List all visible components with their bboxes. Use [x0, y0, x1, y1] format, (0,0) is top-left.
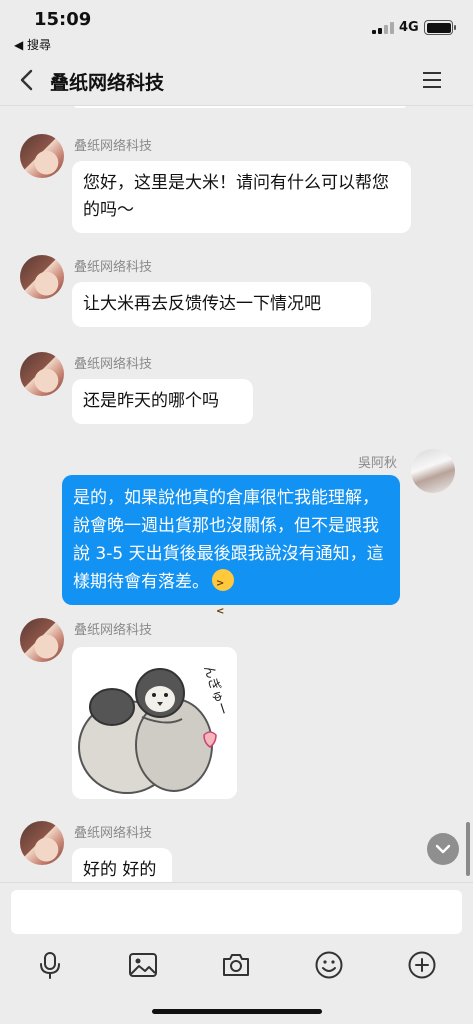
- message-sender: 叠纸网络科技: [74, 357, 153, 372]
- my-message-bubble[interactable]: 是的，如果說他真的倉庫很忙我能理解，說會晚一週出貨那也沒關係，但不是跟我說 3-…: [62, 475, 400, 626]
- menu-icon[interactable]: [421, 69, 445, 91]
- back-arrow-icon[interactable]: [14, 66, 42, 94]
- status-bar: 15:09 ◀ 搜尋 4G: [0, 0, 473, 56]
- network-type: 4G: [399, 20, 419, 35]
- battery-icon: [424, 20, 456, 35]
- composer-area: [0, 882, 473, 1024]
- message-sender: 叠纸网络科技: [74, 260, 153, 275]
- message-sender: 叠纸网络科技: [74, 623, 153, 638]
- previous-message-bubble: [72, 106, 408, 108]
- contact-avatar[interactable]: [20, 352, 64, 396]
- contact-avatar[interactable]: [20, 134, 64, 178]
- contact-avatar[interactable]: [20, 255, 64, 299]
- nav-bar: 叠纸网络科技: [0, 56, 473, 106]
- contact-avatar[interactable]: [20, 821, 64, 865]
- plus-icon[interactable]: [406, 949, 438, 981]
- camera-icon[interactable]: [220, 949, 252, 981]
- message-bubble[interactable]: 好的 好的: [72, 848, 172, 882]
- scroll-to-bottom-button[interactable]: [427, 833, 459, 865]
- back-to-search-link[interactable]: ◀ 搜尋: [14, 36, 51, 53]
- image-icon[interactable]: [127, 949, 159, 981]
- voice-icon[interactable]: [34, 949, 66, 981]
- scrollbar[interactable]: [466, 822, 470, 876]
- emoji-icon[interactable]: [313, 949, 345, 981]
- message-sender: 吳阿秋: [358, 456, 398, 471]
- contact-avatar[interactable]: [20, 618, 64, 662]
- message-sender: 叠纸网络科技: [74, 139, 153, 154]
- message-bubble[interactable]: 让大米再去反馈传达一下情况吧: [72, 282, 371, 327]
- message-bubble[interactable]: 还是昨天的哪个吗: [72, 379, 253, 424]
- chevron-down-icon: [435, 844, 451, 854]
- message-input[interactable]: [11, 890, 462, 934]
- message-bubble[interactable]: 您好，这里是大米！请问有什么可以帮您的吗～: [72, 161, 411, 233]
- penguin-hug-sticker[interactable]: んぎゅー: [72, 647, 237, 799]
- home-indicator[interactable]: [152, 1009, 322, 1014]
- frustrated-emoji-icon: [212, 569, 234, 626]
- my-avatar[interactable]: [411, 449, 455, 493]
- sticker-text: んぎゅー: [200, 664, 230, 718]
- signal-icon: [372, 22, 394, 34]
- chat-message-list[interactable]: 叠纸网络科技 您好，这里是大米！请问有什么可以帮您的吗～ 叠纸网络科技 让大米再…: [0, 106, 473, 882]
- chat-title: 叠纸网络科技: [50, 72, 165, 94]
- message-sender: 叠纸网络科技: [74, 826, 153, 841]
- status-time: 15:09: [34, 9, 92, 30]
